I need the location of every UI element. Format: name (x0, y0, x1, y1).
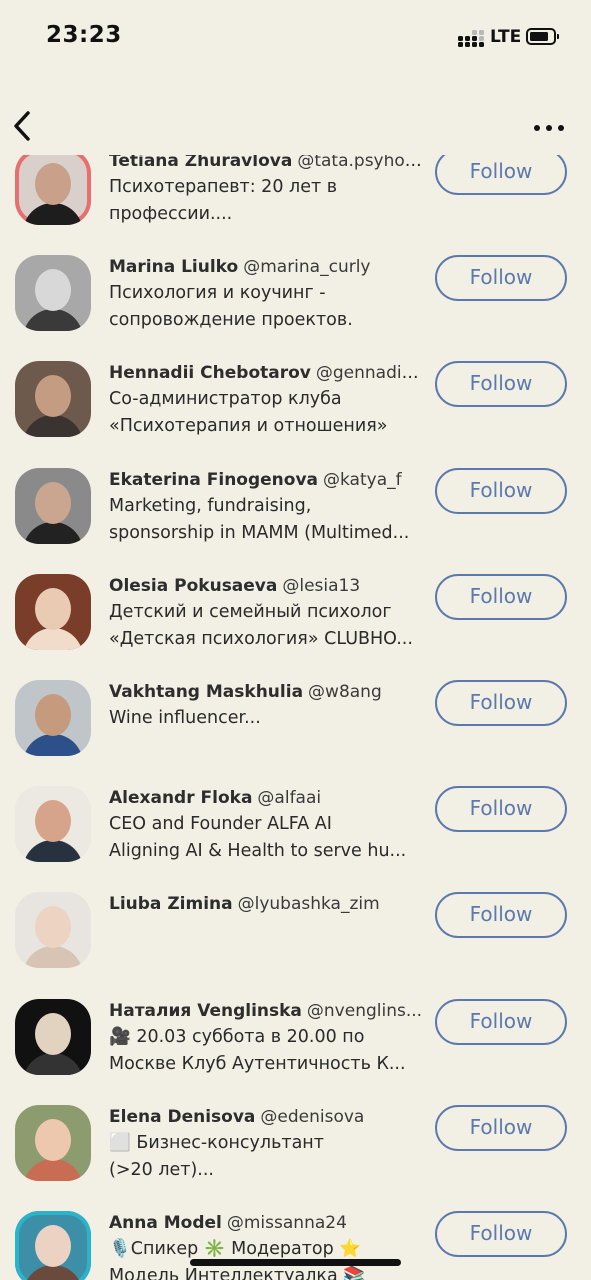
user-name[interactable]: Olesia Pokusaeva (109, 576, 277, 596)
user-name[interactable]: Ekaterina Finogenova (109, 470, 318, 490)
user-handle: @missanna24 (226, 1212, 347, 1233)
user-handle: @tata.psyhol... (297, 155, 424, 171)
user-handle: @nvenglins... (306, 1000, 423, 1021)
name-line: Наталия Venglinska @nvenglins... (109, 998, 424, 1024)
user-name[interactable]: Tetiana Zhuravlova (109, 155, 292, 171)
user-row[interactable]: Liuba Zimina @lyubashka_zim Follow (0, 850, 591, 969)
user-info: Vakhtang Maskhulia @w8ang Wine influencer.… (109, 679, 424, 732)
bio-line: 🎥 20.03 суббота в 20.00 по (109, 1026, 365, 1047)
user-row[interactable]: Tetiana Zhuravlova @tata.psyhol... Психоте… (0, 155, 591, 225)
user-row[interactable]: Наталия Venglinska @nvenglins... 🎥 20.03 с… (0, 957, 591, 1075)
signal-icon (458, 30, 484, 47)
user-handle: @edenisova (260, 1106, 365, 1127)
name-line: Hennadii Chebotarov @gennadiy... (109, 360, 424, 386)
user-row[interactable]: Olesia Pokusaeva @lesia13 Детский и семейн… (0, 532, 591, 650)
user-row[interactable]: Elena Denisova @edenisova ⬜ Бизнес-консуль… (0, 1063, 591, 1181)
home-indicator (190, 1259, 401, 1266)
user-name[interactable]: Vakhtang Maskhulia (109, 682, 303, 702)
name-line: Alexandr Floka @alfaai (109, 785, 424, 811)
follow-button[interactable]: Follow (435, 786, 567, 833)
status-time: 23:23 (46, 22, 122, 48)
name-line: Anna Model @missanna24 (109, 1210, 424, 1236)
follow-button[interactable]: Follow (435, 1210, 567, 1257)
name-line: Vakhtang Maskhulia @w8ang (109, 679, 424, 705)
avatar-face (35, 1012, 71, 1055)
status-bar: 23:23 LTE (0, 0, 591, 75)
bio-line: Co-администратор клуба (109, 389, 342, 410)
nav-bar (0, 95, 591, 155)
user-bio: 🎙️Спикер ✳️ Модератор ⭐ Модель Интеллекту… (109, 1236, 424, 1280)
dot-icon (534, 125, 540, 131)
name-line: Ekaterina Finogenova @katya_f (109, 467, 424, 493)
bio-line: Wine influencer... (109, 707, 261, 728)
user-handle: @alfaai (257, 788, 322, 809)
user-handle: @lyubashka_zim (237, 894, 380, 915)
avatar-face (35, 1118, 71, 1161)
user-row[interactable]: Ekaterina Finogenova @katya_f Marketing, f… (0, 426, 591, 544)
user-handle: @gennadiy... (315, 363, 424, 384)
avatar-face (35, 163, 71, 205)
user-handle: @marina_curly (243, 257, 371, 278)
follow-button[interactable]: Follow (435, 573, 567, 620)
user-name[interactable]: Наталия Venglinska (109, 1001, 302, 1021)
user-handle: @katya_f (323, 469, 402, 490)
user-name[interactable]: Alexandr Floka (109, 788, 252, 808)
user-row[interactable]: Vakhtang Maskhulia @w8ang Wine influencer.… (0, 638, 591, 756)
bio-line: Психотерапевт: 20 лет в (109, 177, 338, 197)
follow-button[interactable]: Follow (435, 155, 567, 195)
avatar[interactable] (15, 1210, 91, 1280)
name-line: Elena Denisova @edenisova (109, 1104, 424, 1130)
user-name[interactable]: Liuba Zimina (109, 894, 233, 914)
avatar-face (35, 1224, 71, 1267)
avatar-face (35, 375, 71, 418)
dot-icon (558, 125, 564, 131)
battery-icon (526, 28, 559, 45)
avatar-face (35, 693, 71, 736)
user-name[interactable]: Marina Liulko (109, 257, 238, 277)
avatar-face (35, 906, 71, 949)
dot-icon (546, 125, 552, 131)
user-list[interactable]: Tetiana Zhuravlova @tata.psyhol... Психоте… (0, 155, 591, 1280)
user-bio: Wine influencer... (109, 705, 424, 732)
avatar-face (35, 800, 71, 843)
avatar-face (35, 481, 71, 524)
bio-line: CEO and Founder ALFA AI (109, 814, 332, 835)
follow-button[interactable]: Follow (435, 998, 567, 1045)
back-button[interactable] (8, 107, 44, 147)
bio-line: Marketing, fundraising, (109, 495, 312, 516)
avatar-body (23, 1264, 83, 1280)
follow-button[interactable]: Follow (435, 361, 567, 408)
user-name[interactable]: Anna Model (109, 1213, 222, 1233)
more-options-button[interactable] (526, 115, 572, 139)
user-name[interactable]: Hennadii Chebotarov (109, 363, 311, 383)
user-info: Anna Model @missanna24 🎙️Спикер ✳️ Модерат… (109, 1210, 424, 1280)
bio-line: Психология и коучинг - (109, 283, 326, 304)
follow-button[interactable]: Follow (435, 255, 567, 302)
network-type: LTE (490, 27, 522, 47)
name-line: Marina Liulko @marina_curly (109, 254, 424, 280)
avatar-face (35, 587, 71, 630)
user-info: Liuba Zimina @lyubashka_zim (109, 891, 424, 917)
bio-line: Детский и семейный психолог (109, 601, 392, 622)
follow-button[interactable]: Follow (435, 467, 567, 514)
avatar-face (35, 269, 71, 312)
name-line: Liuba Zimina @lyubashka_zim (109, 891, 424, 917)
user-row[interactable]: Marina Liulko @marina_curly Психология и к… (0, 213, 591, 332)
user-row[interactable]: Alexandr Floka @alfaai CEO and Founder ALF… (0, 744, 591, 863)
follow-button[interactable]: Follow (435, 1104, 567, 1151)
chevron-left-icon (14, 111, 30, 141)
user-handle: @lesia13 (282, 575, 361, 596)
user-row[interactable]: Hennadii Chebotarov @gennadiy... Co-админи… (0, 319, 591, 438)
user-handle: @w8ang (308, 681, 382, 702)
follow-button[interactable]: Follow (435, 679, 567, 726)
bio-line: ⬜ Бизнес-консультант (109, 1132, 324, 1153)
user-name[interactable]: Elena Denisova (109, 1107, 255, 1127)
follow-button[interactable]: Follow (435, 892, 567, 939)
name-line: Tetiana Zhuravlova @tata.psyhol... (109, 155, 424, 174)
name-line: Olesia Pokusaeva @lesia13 (109, 573, 424, 599)
